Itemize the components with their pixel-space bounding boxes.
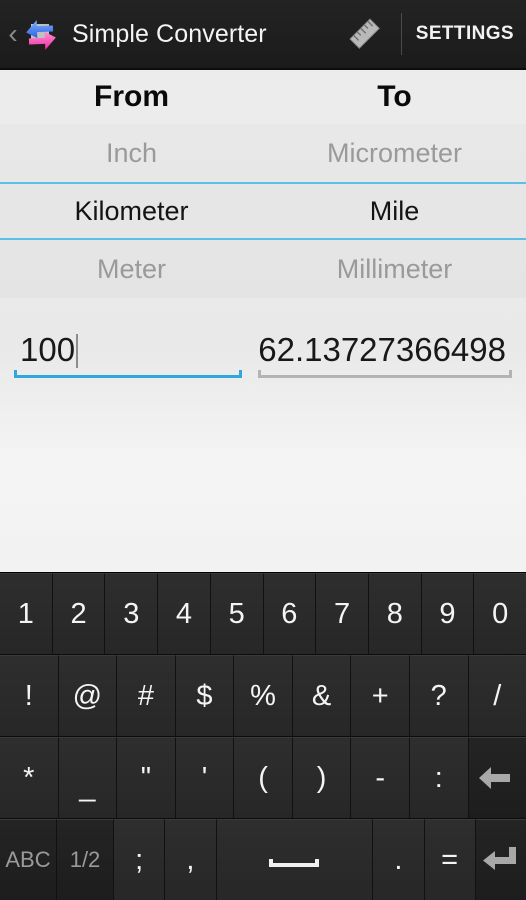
underline-bar (14, 375, 243, 378)
keyboard-row-symbols-1: ! @ # $ % & + ? / (0, 655, 526, 737)
unit-to-0[interactable]: Micrometer (263, 138, 526, 169)
key-question[interactable]: ? (409, 655, 469, 737)
action-bar: ‹ Simple Converter SETTINGS (0, 0, 526, 70)
keyboard-row-symbols-2: * _ " ' ( ) - : (0, 737, 526, 819)
key-colon[interactable]: : (409, 737, 469, 819)
key-apostrophe[interactable]: ' (175, 737, 235, 819)
keyboard-row-bottom: ABC 1/2 ; , . = (0, 819, 526, 900)
to-value-text: 62.13727366498 (258, 331, 506, 368)
key-exclamation[interactable]: ! (0, 655, 59, 737)
key-3[interactable]: 3 (105, 573, 159, 655)
unit-to-1[interactable]: Mile (263, 196, 526, 227)
key-ampersand[interactable]: & (292, 655, 352, 737)
backspace-arrow-icon (479, 767, 511, 789)
key-asterisk[interactable]: * (0, 737, 59, 819)
converter-content: From To Inch Micrometer Kilometer Mile M… (0, 70, 526, 572)
convert-arrows-icon[interactable] (20, 13, 62, 55)
key-hash[interactable]: # (117, 655, 176, 737)
unit-row-0[interactable]: Inch Micrometer (0, 124, 526, 182)
key-5[interactable]: 5 (210, 573, 264, 655)
key-slash[interactable]: / (468, 655, 526, 737)
app-title: Simple Converter (72, 19, 267, 48)
key-backspace[interactable] (468, 737, 526, 819)
key-9[interactable]: 9 (421, 573, 475, 655)
key-period[interactable]: . (373, 819, 425, 900)
underline-tick-right (509, 370, 512, 378)
key-8[interactable]: 8 (368, 573, 422, 655)
key-underscore[interactable]: _ (58, 737, 118, 819)
on-screen-keyboard[interactable]: 1 2 3 4 5 6 7 8 9 0 ! @ # $ % & + ? / * … (0, 572, 526, 900)
value-fields: 100 62.13727366498 (0, 326, 526, 378)
key-plus[interactable]: + (351, 655, 410, 737)
underline-tick-right (239, 370, 243, 378)
key-1[interactable]: 1 (0, 573, 53, 655)
to-field-underline (258, 370, 512, 378)
from-value-text: 100 (20, 331, 76, 368)
key-abc[interactable]: ABC (0, 819, 57, 900)
key-doublequote[interactable]: " (117, 737, 176, 819)
settings-button[interactable]: SETTINGS (416, 23, 514, 45)
ruler-icon[interactable] (343, 12, 387, 56)
app-screen: ‹ Simple Converter SETTINGS From To Inch… (0, 0, 526, 900)
enter-arrow-icon (482, 847, 516, 870)
column-headers: From To (0, 70, 526, 124)
key-space[interactable] (216, 819, 374, 900)
key-2[interactable]: 2 (52, 573, 106, 655)
from-value-wrapper: 100 (14, 326, 242, 374)
from-field-underline (14, 370, 243, 378)
to-header: To (377, 80, 412, 113)
key-dollar[interactable]: $ (175, 655, 235, 737)
key-7[interactable]: 7 (316, 573, 369, 655)
unit-picker[interactable]: Inch Micrometer Kilometer Mile Meter Mil… (0, 124, 526, 298)
key-semicolon[interactable]: ; (114, 819, 166, 900)
key-4[interactable]: 4 (158, 573, 211, 655)
from-header: From (94, 80, 169, 113)
key-paren-close[interactable]: ) (292, 737, 352, 819)
key-equals[interactable]: = (424, 819, 476, 900)
unit-to-2[interactable]: Millimeter (263, 254, 526, 285)
unit-from-0[interactable]: Inch (0, 138, 263, 169)
key-at[interactable]: @ (58, 655, 118, 737)
key-paren-open[interactable]: ( (234, 737, 293, 819)
text-caret (76, 334, 79, 368)
from-value-field[interactable]: 100 (6, 326, 250, 378)
underline-bar (258, 375, 512, 378)
unit-row-1-selected[interactable]: Kilometer Mile (0, 182, 526, 240)
key-enter[interactable] (475, 819, 526, 900)
unit-row-2[interactable]: Meter Millimeter (0, 240, 526, 298)
key-0[interactable]: 0 (474, 573, 526, 655)
keyboard-row-numbers: 1 2 3 4 5 6 7 8 9 0 (0, 573, 526, 655)
key-6[interactable]: 6 (263, 573, 317, 655)
unit-from-2[interactable]: Meter (0, 254, 263, 285)
key-comma[interactable]: , (165, 819, 217, 900)
action-bar-divider (400, 13, 402, 55)
unit-from-1[interactable]: Kilometer (0, 196, 263, 227)
key-hyphen[interactable]: - (351, 737, 410, 819)
spacebar-icon (269, 859, 320, 867)
to-value-field[interactable]: 62.13727366498 (250, 326, 520, 378)
key-percent[interactable]: % (234, 655, 293, 737)
key-page-toggle[interactable]: 1/2 (57, 819, 114, 900)
